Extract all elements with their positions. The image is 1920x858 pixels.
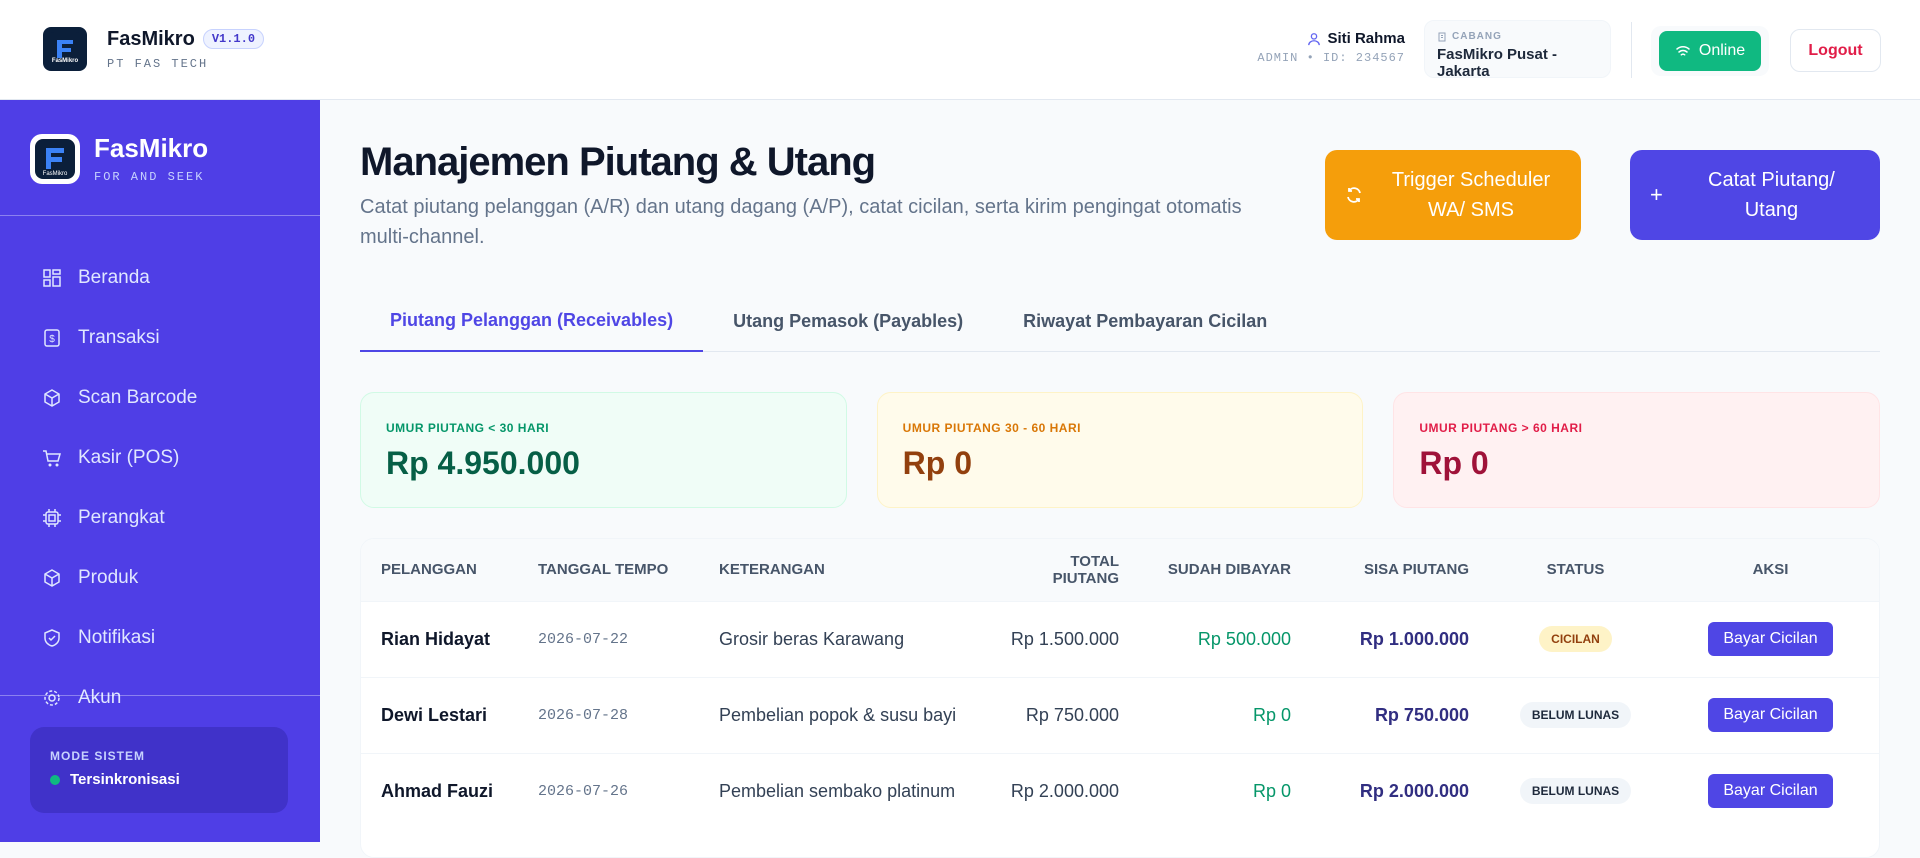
sidebar-brand-name: FasMikro [94, 133, 209, 163]
trigger-scheduler-button[interactable]: Trigger Scheduler WA/ SMS [1325, 150, 1581, 240]
sidebar-item-beranda[interactable]: Beranda [0, 248, 320, 308]
user-name: Siti Rahma [1327, 30, 1405, 47]
col-paid: SUDAH DIBAYAR [1139, 539, 1311, 601]
branch-label: CABANG [1452, 31, 1502, 42]
top-bar: FasMikro FasMikro V1.1.0 PT FAS TECH Sit… [0, 0, 1920, 100]
sidebar-tagline: FOR AND SEEK [94, 170, 205, 184]
sidebar-brand[interactable]: FasMikro FasMikro FOR AND SEEK [30, 133, 208, 184]
page-subtitle: Catat piutang pelanggan (A/R) dan utang … [360, 196, 1242, 248]
system-mode-panel: MODE SISTEM Tersinkronisasi [30, 727, 288, 813]
tab-installment-history[interactable]: Riwayat Pembayaran Cicilan [993, 290, 1297, 352]
gear-icon [44, 690, 60, 706]
pay-installment-button[interactable]: Bayar Cicilan [1708, 774, 1833, 809]
user-role: ADMIN • ID: 234567 [1257, 51, 1405, 65]
aging-card-under-30: UMUR PIUTANG < 30 HARI Rp 4.950.000 [360, 392, 847, 508]
mode-status: Tersinkronisasi [70, 771, 180, 788]
user-icon [1308, 32, 1321, 45]
chip-icon [43, 509, 61, 527]
aging-card-30-60: UMUR PIUTANG 30 - 60 HARI Rp 0 [876, 392, 1364, 508]
tab-receivables[interactable]: Piutang Pelanggan (Receivables) [360, 290, 704, 352]
sidebar-item-produk[interactable]: Produk [0, 548, 320, 608]
mode-label: MODE SISTEM [50, 749, 146, 763]
cart-icon [43, 450, 61, 467]
aging-card-over-60: UMUR PIUTANG > 60 HARI Rp 0 [1393, 392, 1881, 508]
user-info[interactable]: Siti Rahma ADMIN • ID: 234567 [1257, 30, 1405, 65]
branch-name: FasMikro Pusat - Jakarta [1437, 46, 1558, 80]
wifi-icon [1676, 46, 1690, 56]
brand-name: FasMikro [107, 27, 195, 50]
box-icon [44, 569, 60, 587]
online-status-wrap: Online [1651, 26, 1769, 76]
header-brand[interactable]: FasMikro FasMikro V1.1.0 PT FAS TECH [43, 27, 265, 71]
status-badge: BELUM LUNAS [1519, 778, 1632, 805]
receivables-table: PELANGGAN TANGGAL TEMPO KETERANGAN TOTAL… [360, 538, 1880, 858]
aging-cards: UMUR PIUTANG < 30 HARI Rp 4.950.000 UMUR… [360, 392, 1881, 508]
table-row: Dewi Lestari 2026-07-28 Pembelian popok … [361, 676, 1879, 753]
table-row: Ahmad Fauzi 2026-07-26 Pembelian sembako… [361, 752, 1879, 829]
col-action: AKSI [1662, 539, 1879, 601]
table-row: Rian Hidayat 2026-07-22 Grosir beras Kar… [361, 600, 1879, 677]
sidebar-item-notifikasi[interactable]: Notifikasi [0, 608, 320, 668]
svg-text:FasMikro: FasMikro [52, 58, 79, 64]
add-debt-button[interactable]: + Catat Piutang/ Utang [1630, 150, 1880, 240]
version-badge: V1.1.0 [202, 29, 265, 49]
sidebar-item-akun[interactable]: Akun [0, 668, 320, 728]
sidebar-divider-bottom [0, 695, 320, 696]
col-status: STATUS [1489, 539, 1662, 601]
header-divider [1631, 22, 1632, 78]
status-badge: CICILAN [1539, 626, 1612, 652]
branch-selector[interactable]: CABANG FasMikro Pusat - Jakarta [1424, 20, 1611, 80]
status-badge: BELUM LUNAS [1519, 702, 1632, 728]
col-total: TOTAL PIUTANG [981, 539, 1139, 601]
plus-icon: + [1650, 182, 1663, 207]
status-dot [50, 774, 60, 785]
receipt-icon: $ [44, 329, 60, 347]
sidebar-nav: Beranda $ Transaksi Scan Barcode Kasir (… [0, 248, 320, 728]
col-remaining: SISA PIUTANG [1311, 539, 1489, 601]
svg-text:$: $ [49, 334, 55, 345]
col-due-date: TANGGAL TEMPO [518, 539, 699, 601]
pay-installment-button[interactable]: Bayar Cicilan [1708, 622, 1833, 656]
col-note: KETERANGAN [699, 539, 981, 601]
sidebar-logo: FasMikro [30, 133, 80, 184]
pay-installment-button[interactable]: Bayar Cicilan [1708, 698, 1833, 732]
logout-button[interactable]: Logout [1790, 29, 1881, 72]
shield-icon [44, 629, 60, 647]
box-icon [44, 389, 60, 407]
sidebar-item-scan-barcode[interactable]: Scan Barcode [0, 368, 320, 428]
col-customer: PELANGGAN [361, 539, 518, 601]
sidebar-item-transaksi[interactable]: $ Transaksi [0, 308, 320, 368]
grid-icon [43, 269, 61, 287]
tab-payables[interactable]: Utang Pemasok (Payables) [703, 290, 993, 352]
refresh-icon [1347, 187, 1361, 203]
online-status-button[interactable]: Online [1659, 31, 1761, 71]
tab-bar: Piutang Pelanggan (Receivables) Utang Pe… [360, 290, 1880, 352]
company-name: PT FAS TECH [107, 56, 209, 71]
sidebar: FasMikro FasMikro FOR AND SEEK Beranda $… [0, 100, 320, 842]
main-content: Manajemen Piutang & Utang Catat piutang … [320, 100, 1920, 858]
sidebar-divider [0, 215, 320, 216]
table-header-row: PELANGGAN TANGGAL TEMPO KETERANGAN TOTAL… [361, 539, 1879, 601]
page-title: Manajemen Piutang & Utang [360, 140, 876, 184]
sidebar-item-perangkat[interactable]: Perangkat [0, 488, 320, 548]
app-logo: FasMikro [43, 27, 87, 71]
svg-text:FasMikro: FasMikro [43, 171, 68, 177]
sidebar-item-kasir[interactable]: Kasir (POS) [0, 428, 320, 488]
building-icon [1438, 32, 1446, 41]
